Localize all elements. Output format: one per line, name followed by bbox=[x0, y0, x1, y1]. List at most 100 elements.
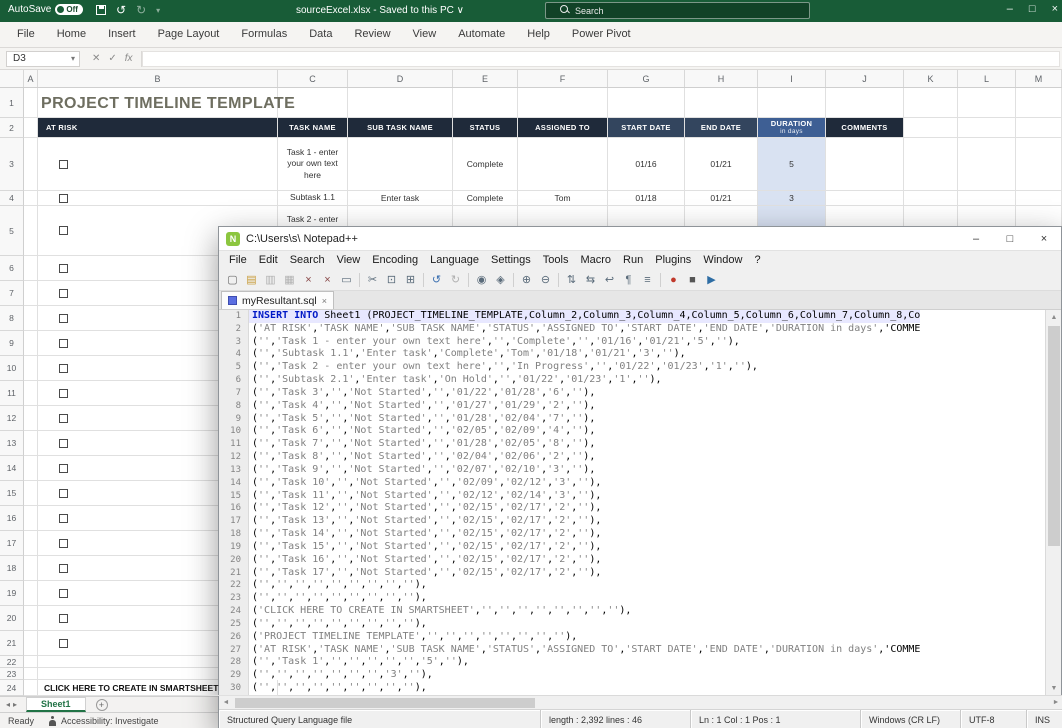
print-icon[interactable]: ▭ bbox=[338, 271, 355, 288]
cell-A5[interactable] bbox=[24, 206, 38, 256]
autosave-toggle[interactable]: AutoSave Off bbox=[8, 4, 83, 15]
cell-I2[interactable]: DURATIONin days bbox=[758, 118, 826, 138]
maximize-button[interactable]: □ bbox=[1029, 3, 1036, 15]
col-header-m[interactable]: M bbox=[1016, 70, 1062, 87]
save-icon[interactable]: ▥ bbox=[262, 271, 279, 288]
menu-language[interactable]: Language bbox=[424, 254, 485, 266]
cell-C4[interactable]: Subtask 1.1 bbox=[278, 191, 348, 206]
col-header-e[interactable]: E bbox=[453, 70, 518, 87]
at-risk-checkbox[interactable] bbox=[59, 539, 68, 548]
col-header-a[interactable]: A bbox=[24, 70, 38, 87]
cell-M1[interactable] bbox=[1016, 88, 1062, 118]
save-all-icon[interactable]: ▦ bbox=[281, 271, 298, 288]
show-all-characters-icon[interactable]: ¶ bbox=[620, 271, 637, 288]
cell-L4[interactable] bbox=[958, 191, 1016, 206]
copy-icon[interactable]: ⊡ bbox=[383, 271, 400, 288]
ribbon-tab-power-pivot[interactable]: Power Pivot bbox=[561, 22, 642, 47]
redo-icon[interactable]: ↻ bbox=[447, 271, 464, 288]
row-header-7[interactable]: 7 bbox=[0, 281, 24, 306]
cell-A19[interactable] bbox=[24, 581, 38, 606]
play-macro-icon[interactable]: ▶ bbox=[703, 271, 720, 288]
replace-icon[interactable]: ◈ bbox=[492, 271, 509, 288]
row-header-18[interactable]: 18 bbox=[0, 556, 24, 581]
cut-icon[interactable]: ✂ bbox=[364, 271, 381, 288]
scroll-right-icon[interactable]: ► bbox=[1049, 696, 1062, 709]
at-risk-checkbox[interactable] bbox=[59, 314, 68, 323]
tab-close-icon[interactable]: × bbox=[322, 296, 327, 306]
row-header-3[interactable]: 3 bbox=[0, 138, 24, 191]
row-header-16[interactable]: 16 bbox=[0, 506, 24, 531]
menu-file[interactable]: File bbox=[223, 254, 253, 266]
row-header-15[interactable]: 15 bbox=[0, 481, 24, 506]
vertical-scroll-thumb[interactable] bbox=[1048, 326, 1060, 546]
cell-F4[interactable]: Tom bbox=[518, 191, 608, 206]
cell-E4[interactable]: Complete bbox=[453, 191, 518, 206]
col-header-g[interactable]: G bbox=[608, 70, 685, 87]
cell-A3[interactable] bbox=[24, 138, 38, 191]
select-all-corner[interactable] bbox=[0, 70, 24, 87]
col-header-b[interactable]: B bbox=[38, 70, 278, 87]
cell-I3[interactable]: 5 bbox=[758, 138, 826, 191]
cell-M2[interactable] bbox=[1016, 118, 1062, 138]
cell-D1[interactable] bbox=[348, 88, 453, 118]
cell-A10[interactable] bbox=[24, 356, 38, 381]
at-risk-checkbox[interactable] bbox=[59, 364, 68, 373]
cell-E2[interactable]: STATUS bbox=[453, 118, 518, 138]
cell-L1[interactable] bbox=[958, 88, 1016, 118]
col-header-l[interactable]: L bbox=[958, 70, 1016, 87]
indent-guide-icon[interactable]: ≡ bbox=[639, 271, 656, 288]
menu-window[interactable]: Window bbox=[697, 254, 748, 266]
cell-A7[interactable] bbox=[24, 281, 38, 306]
cell-D3[interactable] bbox=[348, 138, 453, 191]
cell-K3[interactable] bbox=[904, 138, 958, 191]
row-header-12[interactable]: 12 bbox=[0, 406, 24, 431]
ribbon-tab-automate[interactable]: Automate bbox=[447, 22, 516, 47]
word-wrap-icon[interactable]: ↩ bbox=[601, 271, 618, 288]
at-risk-checkbox[interactable] bbox=[59, 589, 68, 598]
cell-A4[interactable] bbox=[24, 191, 38, 206]
at-risk-checkbox[interactable] bbox=[59, 464, 68, 473]
cell-J2[interactable]: COMMENTS bbox=[826, 118, 904, 138]
cell-A22[interactable] bbox=[24, 656, 38, 668]
cell-A2[interactable] bbox=[24, 118, 38, 138]
undo-icon[interactable]: ↺ bbox=[428, 271, 445, 288]
cell-B1[interactable]: PROJECT TIMELINE TEMPLATE bbox=[38, 88, 278, 118]
cell-M3[interactable] bbox=[1016, 138, 1062, 191]
col-header-i[interactable]: I bbox=[758, 70, 826, 87]
row-header-2[interactable]: 2 bbox=[0, 118, 24, 138]
cell-A1[interactable] bbox=[24, 88, 38, 118]
cell-K4[interactable] bbox=[904, 191, 958, 206]
undo-icon[interactable]: ↺ bbox=[116, 3, 126, 17]
name-box[interactable]: D3 ▾ bbox=[6, 51, 80, 67]
cancel-icon[interactable]: ✕ bbox=[92, 53, 100, 64]
row-header-20[interactable]: 20 bbox=[0, 606, 24, 631]
menu-help[interactable]: ? bbox=[748, 254, 766, 266]
cell-M4[interactable] bbox=[1016, 191, 1062, 206]
search-box[interactable]: Search bbox=[545, 2, 810, 19]
cell-H2[interactable]: END DATE bbox=[685, 118, 758, 138]
cell-F2[interactable]: ASSIGNED TO bbox=[518, 118, 608, 138]
sheet-tab-sheet1[interactable]: Sheet1 bbox=[26, 697, 86, 712]
row-header-21[interactable]: 21 bbox=[0, 631, 24, 656]
code-editor[interactable]: 1INSERT INTO Sheet1 (PROJECT_TIMELINE_TE… bbox=[219, 310, 1047, 695]
maximize-button[interactable]: □ bbox=[993, 227, 1027, 251]
at-risk-checkbox[interactable] bbox=[59, 194, 68, 203]
cell-C2[interactable]: TASK NAME bbox=[278, 118, 348, 138]
cell-A23[interactable] bbox=[24, 668, 38, 680]
scroll-down-icon[interactable]: ▼ bbox=[1046, 681, 1062, 695]
cell-D4[interactable]: Enter task bbox=[348, 191, 453, 206]
menu-plugins[interactable]: Plugins bbox=[649, 254, 697, 266]
new-file-icon[interactable]: ▢ bbox=[224, 271, 241, 288]
row-header-10[interactable]: 10 bbox=[0, 356, 24, 381]
save-icon[interactable] bbox=[96, 5, 106, 15]
customize-toolbar-icon[interactable]: ▾ bbox=[156, 6, 160, 15]
sync-vertical-icon[interactable]: ⇅ bbox=[563, 271, 580, 288]
cell-A11[interactable] bbox=[24, 381, 38, 406]
at-risk-checkbox[interactable] bbox=[59, 289, 68, 298]
col-header-f[interactable]: F bbox=[518, 70, 608, 87]
open-folder-icon[interactable]: ▤ bbox=[243, 271, 260, 288]
ribbon-tab-page-layout[interactable]: Page Layout bbox=[147, 22, 231, 47]
redo-icon[interactable]: ↻ bbox=[136, 3, 146, 17]
zoom-in-icon[interactable]: ⊕ bbox=[518, 271, 535, 288]
row-header-11[interactable]: 11 bbox=[0, 381, 24, 406]
